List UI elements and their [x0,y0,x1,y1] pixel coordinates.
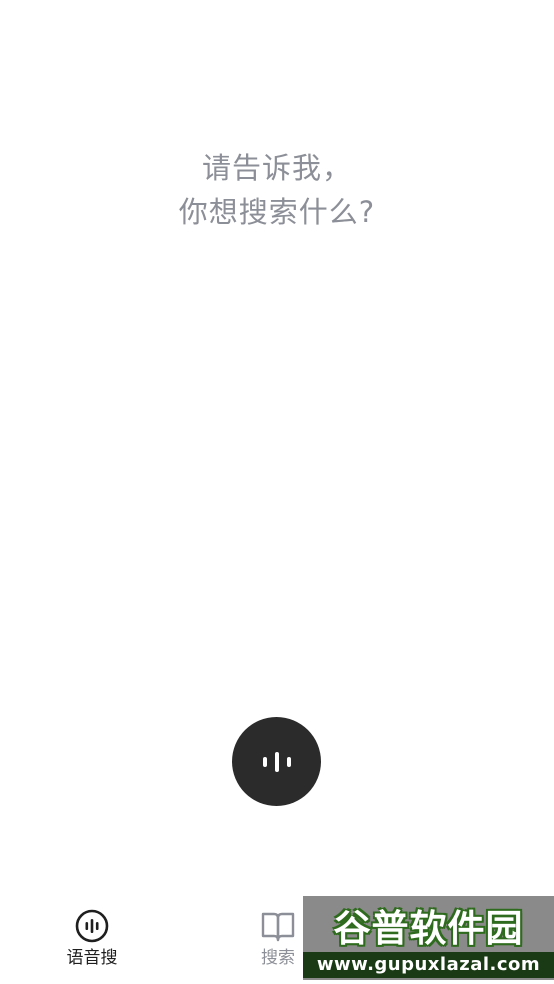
voice-wave-icon [262,751,291,772]
watermark-brand-area: 谷普软件园 [303,906,554,952]
tab-voice-search[interactable]: 语音搜 [32,896,152,984]
prompt-line-1: 请告诉我， [201,151,352,185]
tab-voice-search-label: 语音搜 [66,948,118,968]
watermark-overlay: 谷普软件园 www.gupuxlazal.com [303,896,554,980]
book-icon [261,912,295,942]
prompt-line-2: 你想搜索什么? [178,195,376,229]
watermark-brand: 谷普软件园 [333,907,524,950]
voice-search-screen: 请告诉我， 你想搜索什么? 语音搜 搜索 谷普软件园 www.gupuxlaza… [0,0,554,984]
watermark-url: www.gupuxlazal.com [303,952,554,978]
voice-prompt: 请告诉我， 你想搜索什么? [0,146,554,234]
voice-record-button[interactable] [232,717,321,806]
voice-circle-icon [75,909,109,943]
